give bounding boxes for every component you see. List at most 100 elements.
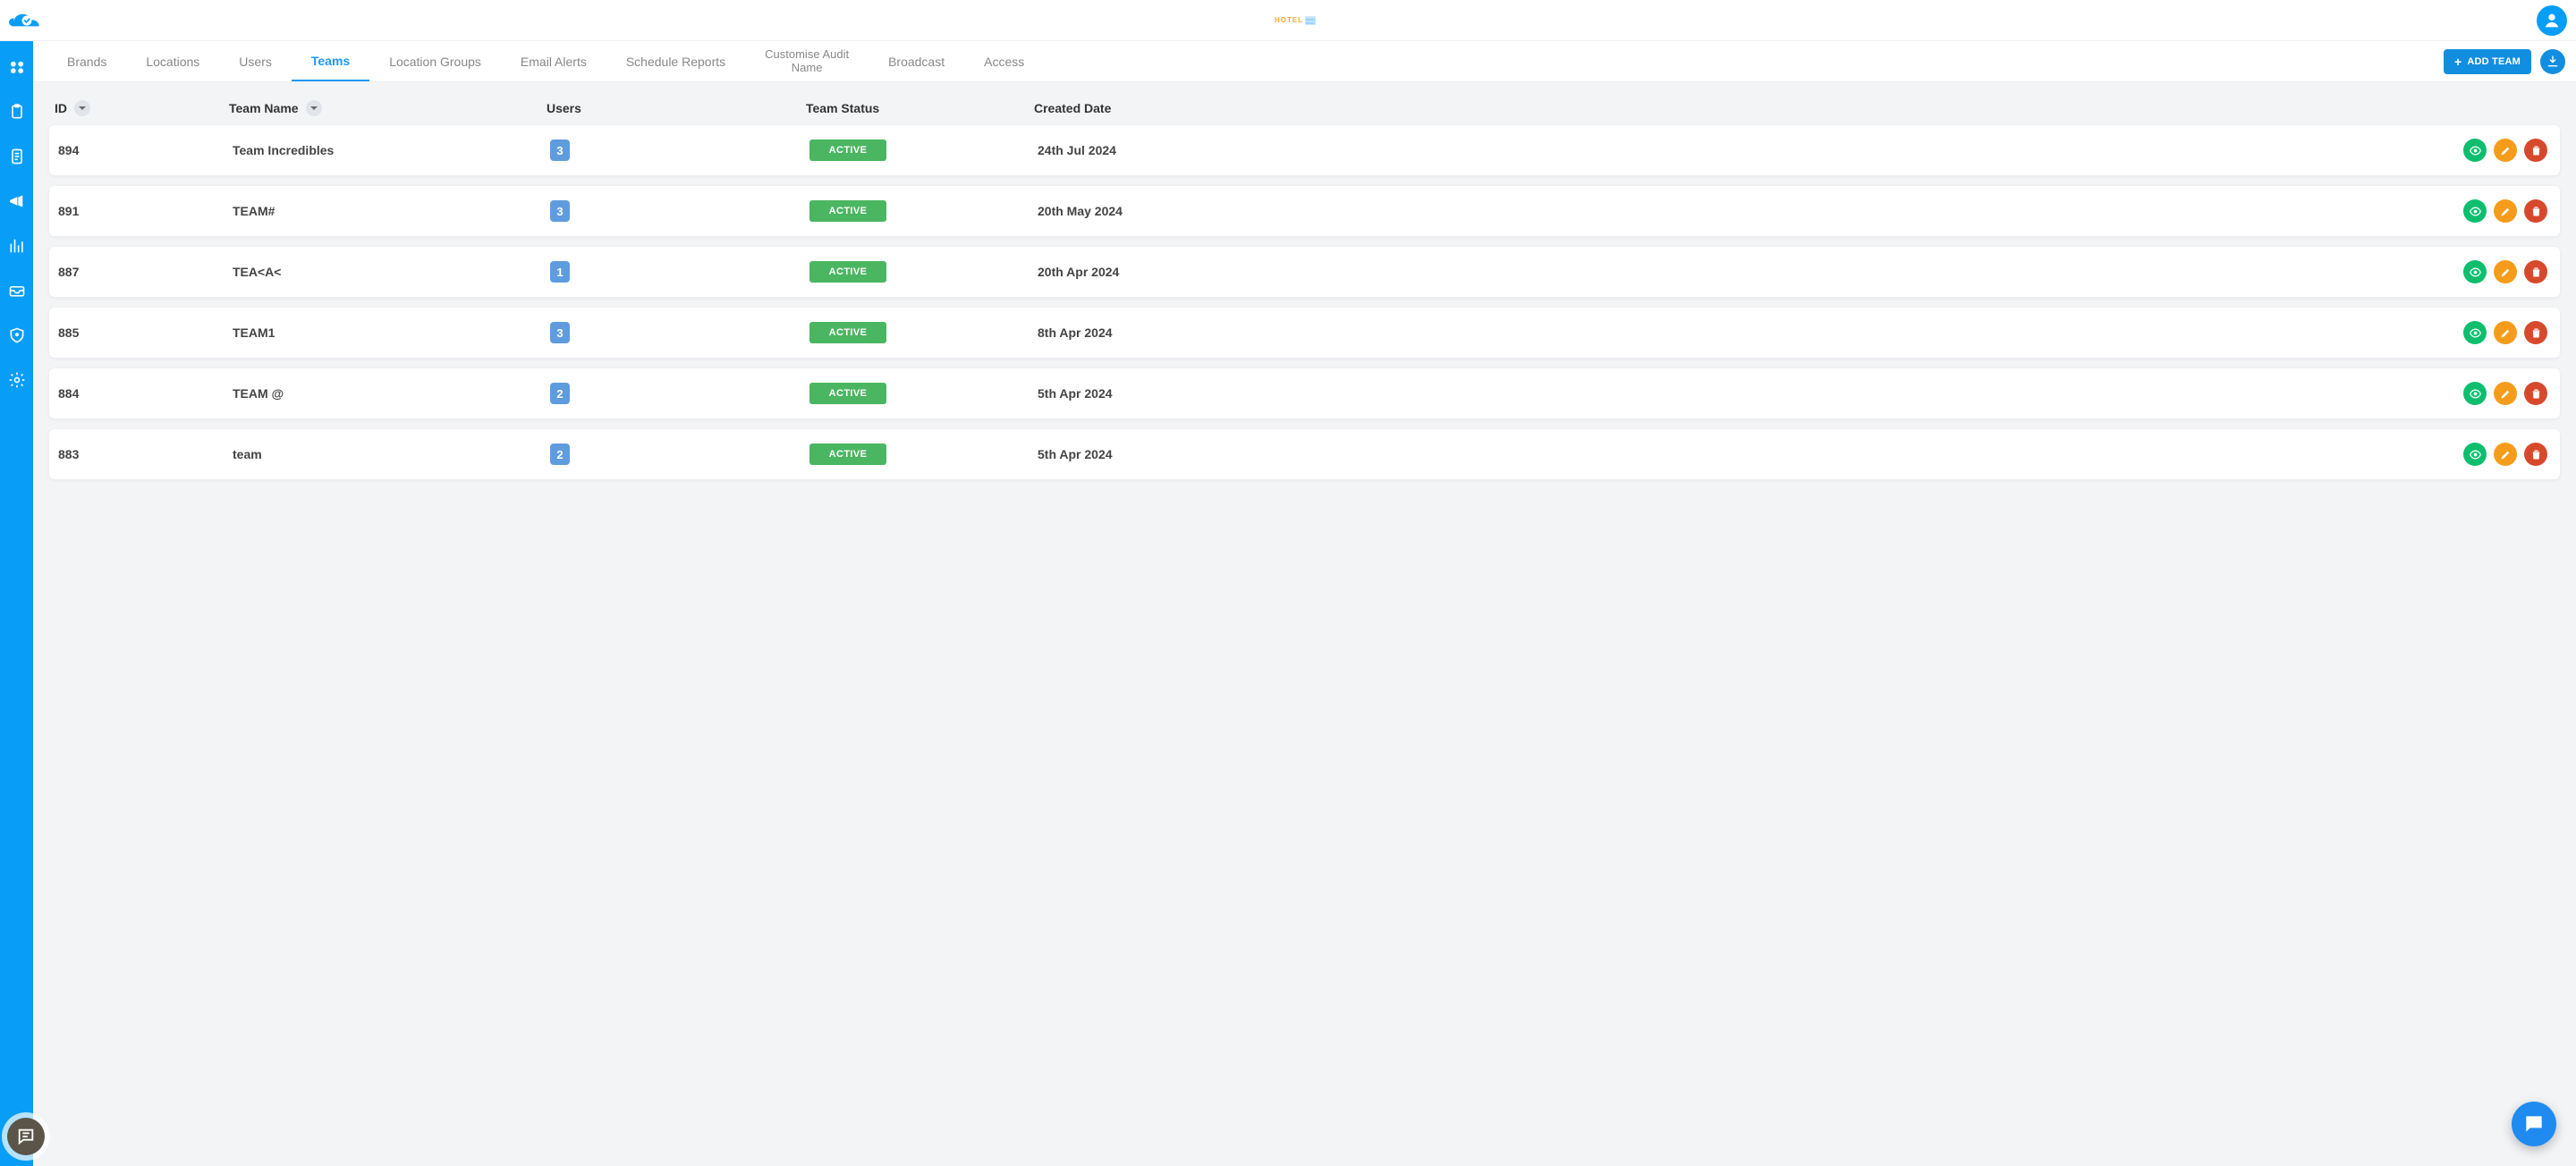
status-badge: ACTIVE bbox=[809, 139, 886, 161]
tab-access[interactable]: Access bbox=[964, 41, 1044, 82]
row-actions bbox=[2381, 260, 2551, 283]
status-badge: ACTIVE bbox=[809, 444, 886, 465]
delete-button[interactable] bbox=[2524, 199, 2547, 223]
cell-users: 3 bbox=[550, 200, 809, 222]
user-count-badge: 3 bbox=[550, 139, 570, 161]
add-team-label: ADD TEAM bbox=[2467, 56, 2521, 67]
tab-schedule-reports[interactable]: Schedule Reports bbox=[606, 41, 745, 82]
app-logo[interactable] bbox=[0, 0, 54, 41]
rail-megaphone-icon[interactable] bbox=[7, 191, 27, 211]
status-badge: ACTIVE bbox=[809, 322, 886, 343]
rail-settings-icon[interactable] bbox=[7, 370, 27, 390]
tab-email-alerts[interactable]: Email Alerts bbox=[501, 41, 606, 82]
add-team-button[interactable]: + ADD TEAM bbox=[2444, 49, 2531, 74]
tab-customise-audit-label-2: Name bbox=[792, 62, 823, 75]
main-content: Brands Locations Users Teams Location Gr… bbox=[33, 41, 2576, 511]
tab-locations[interactable]: Locations bbox=[126, 41, 219, 82]
rail-shield-icon[interactable] bbox=[7, 325, 27, 345]
tab-teams[interactable]: Teams bbox=[292, 41, 369, 82]
chat-fab[interactable] bbox=[2512, 1102, 2556, 1146]
rail-document-icon[interactable] bbox=[7, 147, 27, 166]
sort-id-icon[interactable] bbox=[74, 100, 90, 116]
delete-button[interactable] bbox=[2524, 260, 2547, 283]
cell-team-name: team bbox=[233, 447, 550, 461]
row-actions bbox=[2381, 443, 2551, 466]
download-button[interactable] bbox=[2540, 49, 2565, 74]
cell-status: ACTIVE bbox=[809, 261, 1038, 283]
row-actions bbox=[2381, 199, 2551, 223]
rail-dashboard-icon[interactable] bbox=[7, 57, 27, 77]
view-button[interactable] bbox=[2463, 382, 2487, 405]
tab-location-groups[interactable]: Location Groups bbox=[369, 41, 501, 82]
cell-id: 884 bbox=[58, 386, 233, 401]
edit-button[interactable] bbox=[2494, 443, 2517, 466]
status-badge: ACTIVE bbox=[809, 261, 886, 283]
table-row: 894 Team Incredibles 3 ACTIVE 24th Jul 2… bbox=[49, 125, 2560, 175]
brand-center: HOTEL bbox=[54, 16, 2537, 25]
cell-team-name: TEA<A< bbox=[233, 265, 550, 279]
col-users-label: Users bbox=[547, 101, 581, 115]
col-users: Users bbox=[547, 101, 806, 115]
rail-analytics-icon[interactable] bbox=[7, 236, 27, 256]
brand-tile-icon bbox=[1305, 16, 1316, 25]
rail-clipboard-icon[interactable] bbox=[7, 102, 27, 122]
col-team-name[interactable]: Team Name bbox=[229, 100, 547, 116]
table-row: 883 team 2 ACTIVE 5th Apr 2024 bbox=[49, 429, 2560, 479]
delete-button[interactable] bbox=[2524, 139, 2547, 162]
cell-status: ACTIVE bbox=[809, 322, 1038, 343]
tab-broadcast[interactable]: Broadcast bbox=[869, 41, 964, 82]
cell-created-date: 8th Apr 2024 bbox=[1038, 325, 2381, 340]
view-button[interactable] bbox=[2463, 260, 2487, 283]
cell-users: 3 bbox=[550, 322, 809, 343]
cell-team-name: TEAM1 bbox=[233, 325, 550, 340]
cell-team-name: Team Incredibles bbox=[233, 143, 550, 157]
cell-created-date: 24th Jul 2024 bbox=[1038, 143, 2381, 157]
col-id-label: ID bbox=[55, 101, 67, 115]
col-created-label: Created Date bbox=[1034, 101, 1111, 115]
cell-team-name: TEAM @ bbox=[233, 386, 550, 401]
rail-inbox-icon[interactable] bbox=[7, 281, 27, 300]
edit-button[interactable] bbox=[2494, 382, 2517, 405]
profile-avatar[interactable] bbox=[2537, 5, 2567, 36]
records-count: Records: bbox=[2476, 80, 2513, 83]
view-button[interactable] bbox=[2463, 443, 2487, 466]
view-button[interactable] bbox=[2463, 321, 2487, 344]
row-actions bbox=[2381, 139, 2551, 162]
cell-id: 883 bbox=[58, 447, 233, 461]
cell-users: 3 bbox=[550, 139, 809, 161]
delete-button[interactable] bbox=[2524, 382, 2547, 405]
tab-customise-audit-name[interactable]: Customise Audit Name bbox=[745, 41, 869, 82]
view-button[interactable] bbox=[2463, 139, 2487, 162]
tab-users[interactable]: Users bbox=[219, 41, 292, 82]
col-id[interactable]: ID bbox=[55, 100, 229, 116]
edit-button[interactable] bbox=[2494, 260, 2517, 283]
cell-created-date: 20th Apr 2024 bbox=[1038, 265, 2381, 279]
help-chat-bubble[interactable] bbox=[7, 1118, 45, 1155]
delete-button[interactable] bbox=[2524, 321, 2547, 344]
col-status-label: Team Status bbox=[806, 101, 879, 115]
edit-button[interactable] bbox=[2494, 139, 2517, 162]
cell-status: ACTIVE bbox=[809, 139, 1038, 161]
table-row: 885 TEAM1 3 ACTIVE 8th Apr 2024 bbox=[49, 308, 2560, 358]
view-button[interactable] bbox=[2463, 199, 2487, 223]
cell-created-date: 5th Apr 2024 bbox=[1038, 447, 2381, 461]
cell-id: 891 bbox=[58, 204, 233, 218]
user-count-badge: 2 bbox=[550, 383, 570, 404]
status-badge: ACTIVE bbox=[809, 200, 886, 222]
status-badge: ACTIVE bbox=[809, 383, 886, 404]
cell-users: 2 bbox=[550, 444, 809, 465]
cell-status: ACTIVE bbox=[809, 383, 1038, 404]
cell-users: 2 bbox=[550, 383, 809, 404]
delete-button[interactable] bbox=[2524, 443, 2547, 466]
tab-brands[interactable]: Brands bbox=[47, 41, 126, 82]
download-icon bbox=[2546, 55, 2560, 69]
user-count-badge: 3 bbox=[550, 200, 570, 222]
top-header: HOTEL bbox=[0, 0, 2576, 41]
col-created: Created Date bbox=[1034, 101, 2385, 115]
settings-tabbar: Brands Locations Users Teams Location Gr… bbox=[33, 41, 2576, 82]
edit-button[interactable] bbox=[2494, 321, 2517, 344]
cell-team-name: TEAM# bbox=[233, 204, 550, 218]
sort-team-icon[interactable] bbox=[306, 100, 322, 116]
row-actions bbox=[2381, 321, 2551, 344]
edit-button[interactable] bbox=[2494, 199, 2517, 223]
